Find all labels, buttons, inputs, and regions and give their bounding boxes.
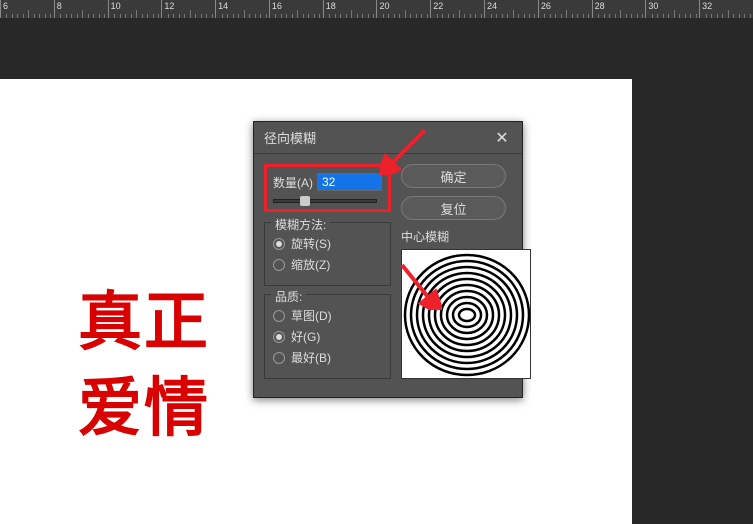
radial-blur-dialog: 径向模糊 ✕ 数量(A) 模糊方法: 旋转(S) [253, 121, 523, 398]
radio-draft[interactable]: 草图(D) [273, 307, 382, 324]
ruler-mark: 18 [323, 0, 377, 18]
amount-slider[interactable] [273, 199, 377, 203]
ruler-mark: 30 [645, 0, 699, 18]
ruler-mark: 8 [54, 0, 108, 18]
slider-thumb[interactable] [300, 196, 310, 206]
blur-method-group: 模糊方法: 旋转(S) 缩放(Z) [264, 222, 391, 286]
spin-preview-icon [402, 250, 532, 380]
amount-input[interactable] [317, 173, 382, 191]
ruler-mark: 32 [699, 0, 753, 18]
radio-icon [273, 259, 285, 271]
dialog-titlebar[interactable]: 径向模糊 ✕ [254, 122, 522, 154]
ruler-mark: 24 [484, 0, 538, 18]
ruler-mark: 22 [430, 0, 484, 18]
ruler-mark: 16 [269, 0, 323, 18]
amount-highlighted-box: 数量(A) [264, 164, 391, 212]
text-line-1: 真正 [78, 279, 210, 365]
ruler-mark: 20 [376, 0, 430, 18]
radio-good[interactable]: 好(G) [273, 328, 382, 345]
ruler-mark: 28 [592, 0, 646, 18]
quality-group-title: 品质: [271, 288, 306, 305]
ruler-mark: 14 [215, 0, 269, 18]
ruler-mark: 12 [161, 0, 215, 18]
ruler-mark: 10 [108, 0, 162, 18]
dialog-title: 径向模糊 [264, 128, 316, 147]
amount-label: 数量(A) [273, 174, 313, 191]
method-group-title: 模糊方法: [271, 216, 330, 233]
reset-button[interactable]: 复位 [401, 196, 506, 220]
ruler-mark: 26 [538, 0, 592, 18]
radio-icon [273, 331, 285, 343]
radio-icon [273, 310, 285, 322]
radio-zoom[interactable]: 缩放(Z) [273, 256, 382, 273]
radio-spin[interactable]: 旋转(S) [273, 235, 382, 252]
canvas-text: 真正 爱情 [78, 279, 210, 452]
ruler-mark: 6 [0, 0, 54, 18]
radio-icon [273, 238, 285, 250]
quality-group: 品质: 草图(D) 好(G) 最好(B) [264, 294, 391, 379]
radio-best[interactable]: 最好(B) [273, 349, 382, 366]
text-line-2: 爱情 [78, 365, 210, 451]
ok-button[interactable]: 确定 [401, 164, 506, 188]
radio-icon [273, 352, 285, 364]
center-blur-label: 中心模糊 [401, 228, 531, 245]
close-icon[interactable]: ✕ [492, 128, 512, 148]
ruler-horizontal: 68101214161820222426283032 [0, 0, 753, 18]
blur-preview[interactable] [401, 249, 531, 379]
